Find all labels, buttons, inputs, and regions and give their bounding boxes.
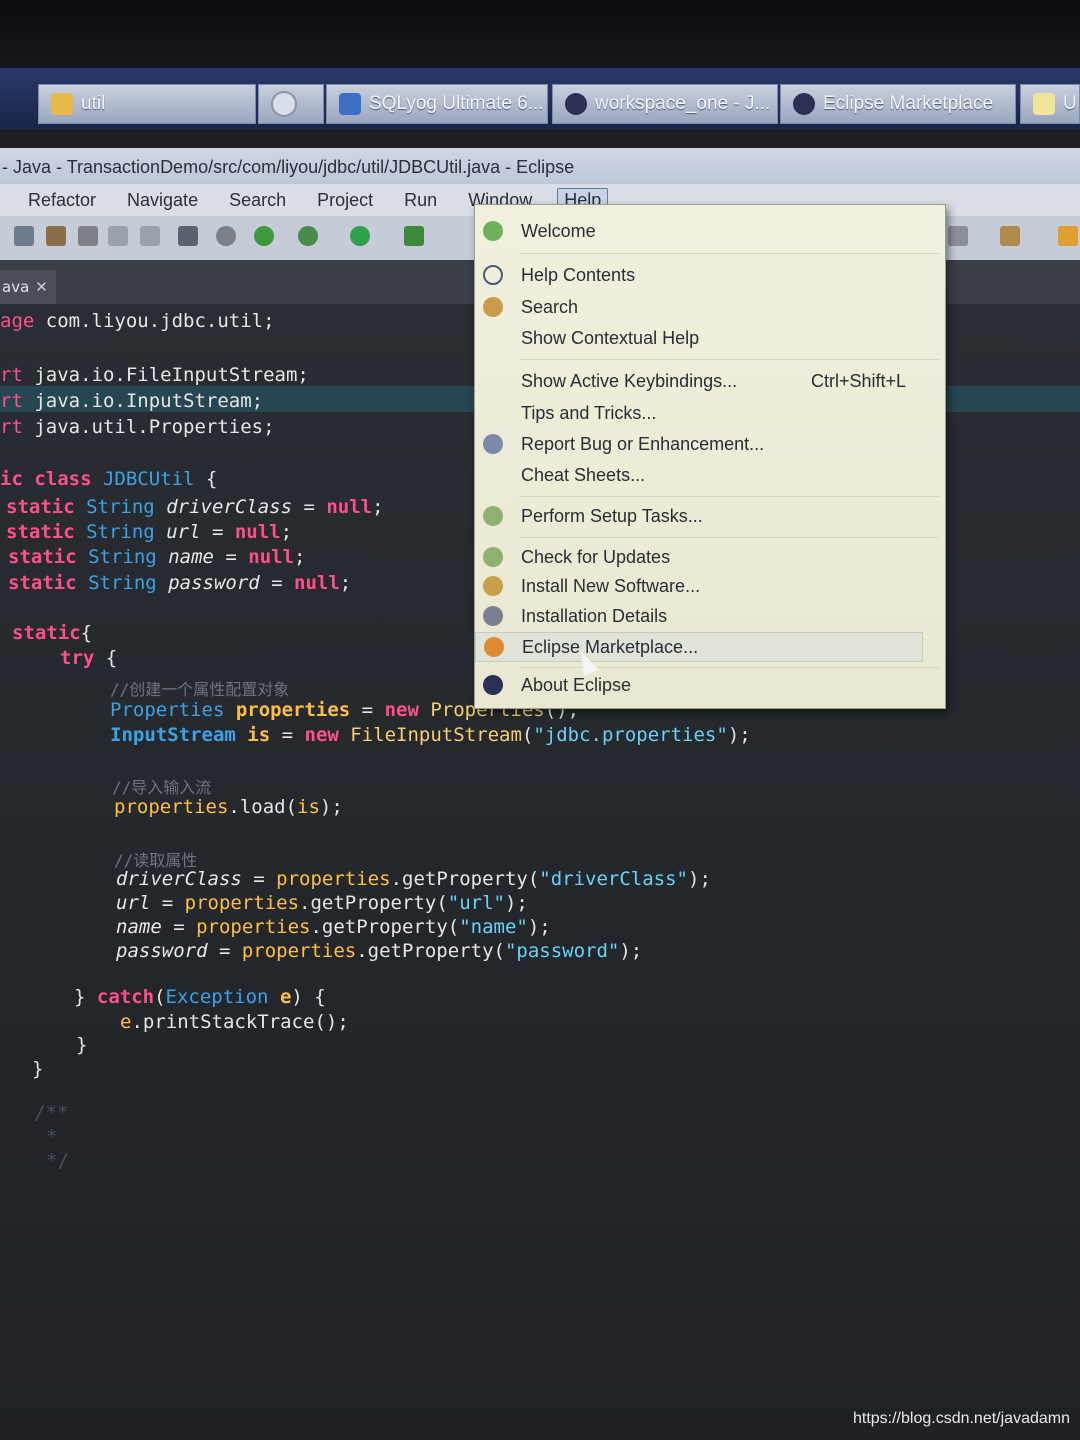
help-menu-item-installation-details[interactable]: Installation Details — [475, 602, 921, 630]
code-comment-2: //导入输入流 — [112, 778, 212, 797]
screen-bezel — [0, 0, 1080, 70]
menu-search[interactable]: Search — [223, 189, 292, 212]
back-icon[interactable] — [1058, 226, 1078, 246]
menu-separator — [519, 496, 939, 497]
annotation-icon[interactable] — [1000, 226, 1020, 246]
code-line-class: ic class JDBCUtil { — [0, 468, 218, 490]
code-javadoc: /** — [34, 1102, 69, 1124]
search-icon — [483, 297, 503, 317]
code-line-getprop-4: password = properties.getProperty("passw… — [116, 940, 643, 962]
code-line-getprop-1: driverClass = properties.getProperty("dr… — [116, 868, 711, 890]
window-title: - Java - TransactionDemo/src/com/liyou/j… — [2, 156, 575, 177]
debug-icon[interactable] — [254, 226, 274, 246]
run-icon[interactable] — [350, 226, 370, 246]
taskbar-item-workspace[interactable]: workspace_one - J... — [552, 84, 778, 124]
update-icon — [483, 547, 503, 567]
taskbar-item-marketplace[interactable]: Eclipse Marketplace — [780, 84, 1016, 124]
taskbar-item-sqlyog[interactable]: SQLyog Ultimate 6... — [326, 84, 548, 124]
code-line-getprop-2: url = properties.getProperty("url"); — [116, 892, 528, 914]
taskbar-item-util[interactable]: util — [38, 84, 256, 124]
menu-refactor[interactable]: Refactor — [22, 189, 102, 212]
code-line-try: try { — [60, 647, 118, 669]
keybinding-shortcut: Ctrl+Shift+L — [811, 370, 907, 391]
help-menu-item-setup-tasks[interactable]: Perform Setup Tasks... — [475, 502, 921, 530]
bug-icon — [483, 434, 503, 454]
sqlyog-icon — [339, 93, 361, 115]
help-icon — [483, 265, 503, 285]
help-menu-item-about[interactable]: About Eclipse — [475, 671, 921, 699]
help-menu-item-help-contents[interactable]: Help Contents — [475, 261, 921, 289]
code-line-field-3: static String name = null; — [8, 546, 306, 568]
code-line-static: static{ — [12, 622, 93, 644]
code-line-getprop-3: name = properties.getProperty("name"); — [116, 916, 551, 938]
chrome-icon — [271, 91, 297, 117]
help-menu-item-search[interactable]: Search — [475, 293, 921, 321]
taskbar-item-chrome[interactable] — [258, 84, 324, 124]
help-menu-item-contextual-help[interactable]: Show Contextual Help — [475, 324, 921, 352]
code-line-import-1: rt java.io.FileInputStream; — [0, 364, 309, 386]
editor-tab[interactable]: ava ✕ — [0, 270, 56, 304]
code-line-field-4: static String password = null; — [8, 572, 352, 594]
code-line-field-2: static String url = null; — [6, 521, 293, 543]
save-icon[interactable] — [46, 226, 66, 246]
coverage-icon[interactable] — [298, 226, 318, 246]
code-line-close-2: } — [32, 1058, 44, 1080]
help-menu-item-install-software[interactable]: Install New Software... — [475, 572, 921, 600]
eclipse-icon — [483, 675, 503, 695]
menu-separator — [519, 537, 939, 538]
code-javadoc-3: */ — [46, 1150, 69, 1172]
code-javadoc-2: * — [46, 1126, 58, 1148]
skip-breakpoints-icon[interactable] — [216, 226, 236, 246]
code-line-load: properties.load(is); — [114, 796, 343, 818]
console-icon[interactable] — [178, 226, 198, 246]
help-menu-item-keybindings[interactable]: Show Active Keybindings... Ctrl+Shift+L — [475, 367, 921, 395]
help-menu-item-marketplace[interactable]: Eclipse Marketplace... — [475, 632, 923, 662]
menu-navigate[interactable]: Navigate — [121, 189, 204, 212]
paste-icon[interactable] — [140, 226, 160, 246]
setup-icon — [483, 506, 503, 526]
window-title-bar: - Java - TransactionDemo/src/com/liyou/j… — [0, 148, 1080, 186]
close-icon[interactable]: ✕ — [35, 278, 48, 296]
help-menu-item-tips[interactable]: Tips and Tricks... — [475, 399, 921, 427]
eclipse-icon — [565, 93, 587, 115]
code-line-import-3: rt java.util.Properties; — [0, 416, 275, 438]
help-menu-dropdown: Welcome Help Contents Search Show Contex… — [474, 204, 946, 709]
watermark: https://blog.csdn.net/javadamn — [852, 1410, 1070, 1427]
help-menu-item-welcome[interactable]: Welcome — [475, 217, 921, 245]
code-comment-1: //创建一个属性配置对象 — [110, 680, 290, 699]
folder-icon — [51, 93, 73, 115]
external-tools-icon[interactable] — [404, 226, 424, 246]
help-menu-item-report-bug[interactable]: Report Bug or Enhancement... — [475, 430, 921, 458]
welcome-icon — [483, 221, 503, 241]
code-line-catch: } catch(Exception e) { — [74, 986, 326, 1008]
new-icon[interactable] — [14, 226, 34, 246]
code-line-field-1: static String driverClass = null; — [6, 496, 384, 518]
taskbar-item-notepad[interactable]: U — [1020, 84, 1080, 124]
install-icon — [483, 576, 503, 596]
code-line-package: age com.liyou.jdbc.util; — [0, 310, 275, 332]
code-line-printstack: e.printStackTrace(); — [120, 1011, 349, 1033]
code-line-close-1: } — [76, 1034, 88, 1056]
help-menu-item-check-updates[interactable]: Check for Updates — [475, 543, 921, 571]
copy-icon[interactable] — [108, 226, 128, 246]
menu-project[interactable]: Project — [311, 189, 379, 212]
menu-separator — [519, 253, 939, 254]
menu-run[interactable]: Run — [398, 189, 443, 212]
code-line-import-2: rt java.io.InputStream; — [0, 390, 264, 412]
details-icon — [483, 606, 503, 626]
print-icon[interactable] — [78, 226, 98, 246]
help-menu-item-cheat-sheets[interactable]: Cheat Sheets... — [475, 461, 921, 489]
marketplace-icon — [484, 637, 504, 657]
open-type-icon[interactable] — [948, 226, 968, 246]
eclipse-icon — [793, 93, 815, 115]
notepad-icon — [1033, 93, 1055, 115]
code-line-inputstream: InputStream is = new FileInputStream("jd… — [110, 724, 751, 746]
menu-separator — [519, 359, 939, 360]
